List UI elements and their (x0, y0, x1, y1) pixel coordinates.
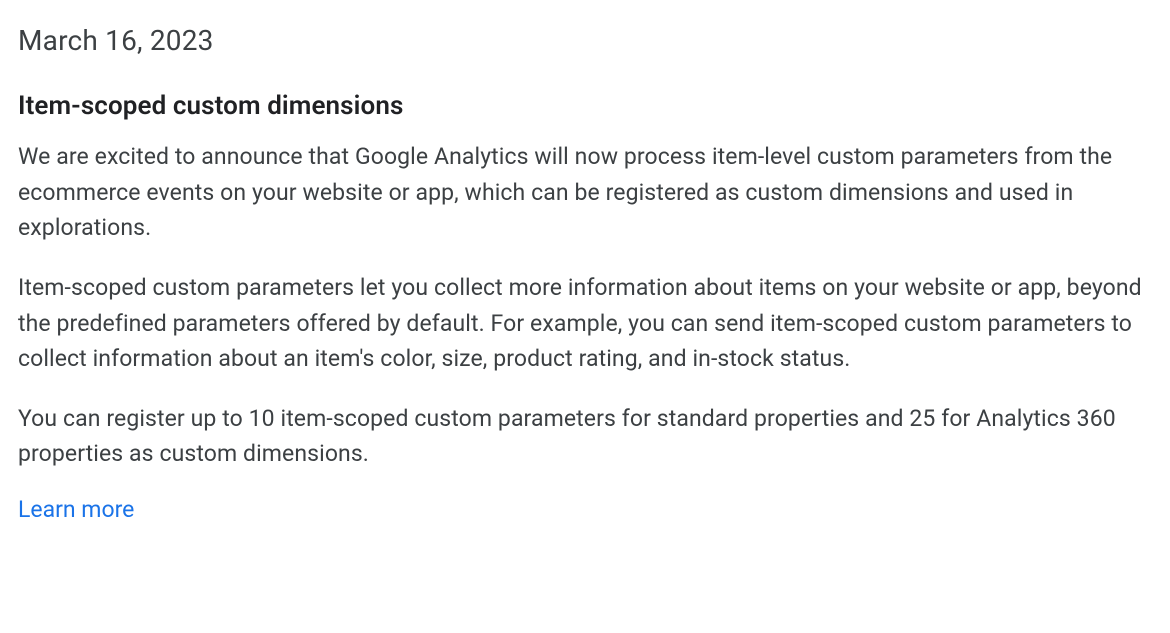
release-paragraph: Item-scoped custom parameters let you co… (18, 270, 1152, 377)
release-heading: Item-scoped custom dimensions (18, 91, 1152, 121)
learn-more-link[interactable]: Learn more (18, 496, 134, 523)
release-paragraph: We are excited to announce that Google A… (18, 139, 1152, 246)
release-paragraph: You can register up to 10 item-scoped cu… (18, 401, 1152, 472)
release-date: March 16, 2023 (18, 24, 1152, 57)
release-note-article: March 16, 2023 Item-scoped custom dimens… (18, 24, 1152, 523)
